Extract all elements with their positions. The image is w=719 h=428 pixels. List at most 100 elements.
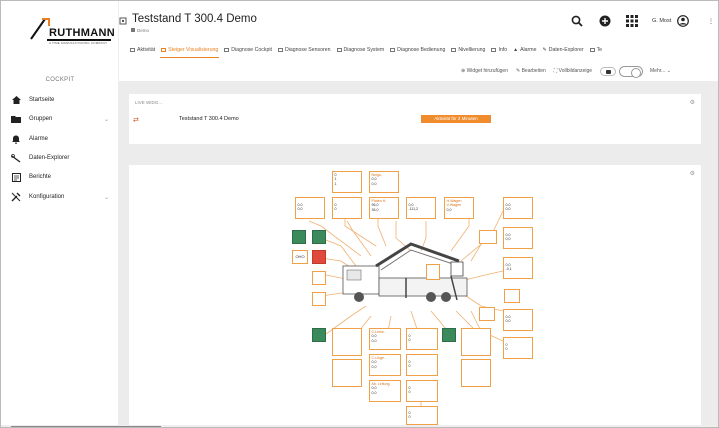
sensor-box-bottom-g[interactable]: 0 0: [406, 406, 438, 425]
apps-grid-icon[interactable]: [626, 15, 638, 27]
box-value: 0: [334, 207, 337, 212]
tab-diagnose-sensoren[interactable]: Diagnose Sensoren: [277, 42, 332, 58]
add-widget-button[interactable]: ⊕ Widget hinzufügen: [461, 68, 508, 74]
tab-label: Diagnose Bedienung: [397, 47, 446, 53]
sidebar-item-daten-explorer[interactable]: Daten-Explorer: [9, 151, 113, 165]
chevron-down-icon[interactable]: ⌄: [104, 116, 109, 123]
tab-diagnose-cockpit[interactable]: Diagnose Cockpit: [223, 42, 273, 58]
sensor-box-bottom-d[interactable]: 0 0: [406, 328, 438, 350]
app-window: RUTHMANN A TIME MANUFACTURING COMPANY CO…: [0, 0, 719, 428]
status-indicator-green[interactable]: [312, 230, 326, 244]
folder-icon: [9, 115, 23, 123]
tab-label: Daten-Explorer: [548, 47, 584, 53]
gear-icon[interactable]: ⚙: [690, 170, 695, 177]
outrigger-indicator[interactable]: [461, 328, 491, 356]
sidebar-item-alarme[interactable]: Alarme: [9, 132, 113, 146]
tab-diagnose-system[interactable]: Diagnose System: [336, 42, 386, 58]
edit-button[interactable]: ✎ Bearbeiten: [516, 68, 546, 74]
wand-icon: ✎: [542, 47, 547, 53]
page-title: Teststand T 300.4 Demo: [132, 13, 257, 25]
chevron-down-icon[interactable]: ⌄: [104, 194, 109, 201]
status-badge: Aktivität für 2 Minuten: [421, 115, 491, 123]
sensor-box-right-side-a[interactable]: 0,0 0,0: [503, 227, 533, 249]
status-indicator-red[interactable]: [312, 250, 326, 264]
sidebar-item-startseite[interactable]: Startseite: [9, 93, 113, 107]
crane-indicator[interactable]: [479, 307, 495, 321]
dashboard-icon: [390, 48, 396, 52]
sidebar-item-berichte[interactable]: Berichte: [9, 170, 113, 184]
user-avatar-icon[interactable]: [677, 15, 689, 27]
ruthmann-logo[interactable]: RUTHMANN A TIME MANUFACTURING COMPANY: [27, 13, 115, 53]
tab-alarme[interactable]: ▲ Alarme: [512, 42, 537, 58]
box-value: 0: [408, 390, 411, 395]
sensor-box-wagen[interactable]: H-Wagen V-Wagen 0,0: [444, 197, 474, 219]
sensor-box-c-unge[interactable]: C-Unge.. 0,0 0,0: [369, 354, 401, 376]
status-indicator-green[interactable]: [442, 328, 456, 342]
lock-icon[interactable]: [600, 66, 617, 76]
box-value: 0,0: [371, 181, 377, 186]
fullscreen-button[interactable]: ⛶ Vollbildanzeige: [554, 68, 592, 74]
sensor-box-c-linke[interactable]: C-Linke.. 0,0 0,0: [369, 328, 401, 350]
outrigger-indicator[interactable]: [332, 359, 362, 387]
wand-icon: [9, 153, 23, 163]
sensor-box-right-b[interactable]: 0,0 0,0: [503, 197, 533, 219]
box-value: 1: [334, 181, 337, 186]
platform-indicator[interactable]: [426, 264, 440, 280]
camera-indicator[interactable]: [479, 230, 497, 244]
box-value: 36,0: [371, 207, 379, 212]
joystick-indicator[interactable]: [504, 289, 520, 303]
box-value: 0: [408, 338, 411, 343]
user-name[interactable]: G. Most: [652, 18, 671, 24]
tab-diagnose-bedienung[interactable]: Diagnose Bedienung: [389, 42, 446, 58]
edit-mode-toggle[interactable]: [619, 65, 644, 78]
home-icon: [9, 96, 23, 104]
tab-daten-explorer[interactable]: ✎ Daten-Explorer: [542, 42, 585, 58]
search-icon[interactable]: [571, 15, 583, 27]
tab-label: Steiger Visualisierung: [168, 46, 219, 53]
sensor-box-right-side-b[interactable]: 0,0 -0,1: [503, 257, 533, 279]
sensor-box-left-b[interactable]: 0 0: [332, 197, 362, 219]
box-value: 0,0: [505, 207, 511, 212]
dashboard-icon: [451, 48, 457, 52]
oho-indicator[interactable]: OHO: [292, 250, 308, 264]
status-indicator-green[interactable]: [292, 230, 306, 244]
more-menu-icon[interactable]: ⋮: [708, 18, 714, 25]
tab-nivellierung[interactable]: Nivellierung: [450, 42, 486, 58]
sensor-box-platen[interactable]: Platen H.. 96,0 36,0: [369, 197, 399, 219]
bell-icon: [9, 135, 23, 144]
sensor-box-left-a[interactable]: 0,0 0,0: [295, 197, 325, 219]
dashboard-icon: [336, 48, 342, 52]
outrigger-indicator[interactable]: [461, 359, 491, 387]
breadcrumb[interactable]: Demo: [137, 28, 149, 33]
sensor-box-mid-b[interactable]: 0,0 -111,2: [406, 197, 436, 219]
gear-icon[interactable]: ⚙: [690, 99, 695, 106]
switch-indicator[interactable]: [312, 292, 326, 306]
outrigger-indicator[interactable]: [332, 328, 362, 356]
tab-label: Info: [498, 47, 508, 53]
sensor-box-right-side-c[interactable]: 0,0 0,0: [503, 309, 533, 331]
sensor-box-bottom-e[interactable]: 0 0: [406, 354, 438, 376]
sensor-box-ab-leitung[interactable]: Ab. Leitung 0,0 0,0: [369, 380, 401, 402]
sensor-box-top-a[interactable]: 0 1 1: [332, 171, 362, 193]
add-icon[interactable]: [599, 15, 611, 27]
horn-indicator[interactable]: [312, 271, 326, 285]
dashboard-icon: [224, 48, 230, 52]
tab-aktivitaet[interactable]: Aktivität: [129, 42, 156, 58]
tab-info[interactable]: Info: [490, 42, 508, 58]
box-value: 0,0: [371, 390, 377, 395]
box-value: -111,2: [408, 207, 419, 212]
more-dropdown[interactable]: Mehr... ⌄: [650, 68, 671, 74]
widget-title: LIVE WIDG...: [135, 100, 163, 105]
tab-te[interactable]: Te: [589, 42, 603, 58]
tab-steiger-visualisierung[interactable]: Steiger Visualisierung: [160, 42, 220, 58]
tab-label: Diagnose System: [343, 47, 385, 53]
sidebar-item-konfiguration[interactable]: Konfiguration ⌄: [9, 190, 113, 204]
sensor-box-right-side-d[interactable]: 0 0: [503, 337, 533, 359]
sensor-box-bottom-f[interactable]: 0 0: [406, 380, 438, 402]
sidebar-item-gruppen[interactable]: Gruppen ⌄: [9, 112, 113, 126]
sensor-box-neigung[interactable]: Neigu.. 0,0 0,0: [369, 171, 399, 193]
device-name[interactable]: Teststand T 300.4 Demo: [179, 116, 239, 122]
report-icon: [9, 172, 23, 182]
info-icon: [491, 48, 497, 52]
status-indicator-green[interactable]: [312, 328, 326, 342]
